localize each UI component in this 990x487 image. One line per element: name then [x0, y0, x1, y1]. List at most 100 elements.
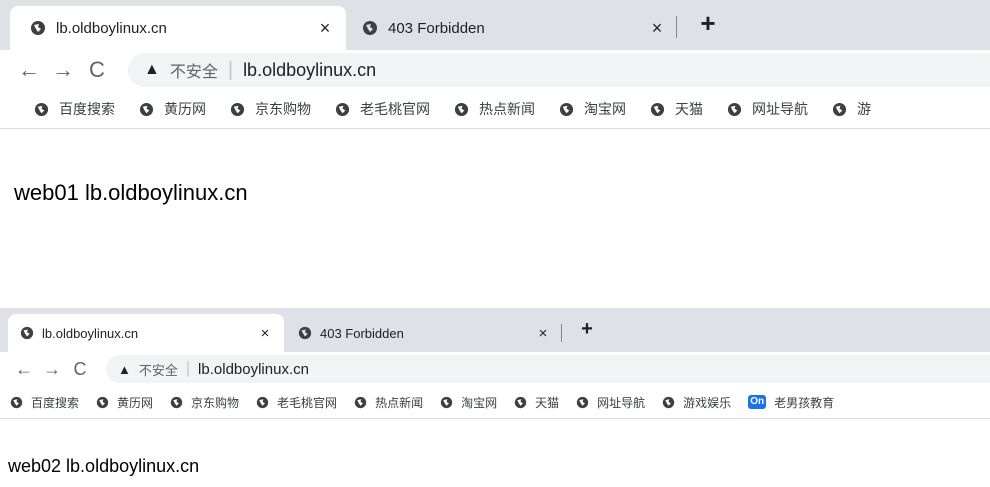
forward-button[interactable]: → — [46, 57, 80, 83]
bookmark-item[interactable]: 百度搜索 — [34, 99, 115, 119]
bookmark-item[interactable]: 百度搜索 — [10, 394, 79, 411]
globe-icon — [10, 396, 23, 409]
bookmark-label: 游戏娱乐 — [683, 395, 732, 410]
globe-icon — [576, 396, 589, 409]
tab-403-forbidden[interactable]: 403 Forbidden × — [286, 314, 562, 352]
globe-icon — [362, 20, 378, 36]
bookmark-label: 热点新闻 — [375, 395, 424, 410]
globe-icon — [559, 102, 574, 117]
new-tab-button[interactable]: + — [575, 318, 599, 341]
bookmark-label: 京东购物 — [191, 395, 240, 410]
bookmark-label: 老毛桃官网 — [360, 101, 430, 117]
warning-icon[interactable]: ▲ — [144, 61, 160, 79]
tab-lb-oldboylinux[interactable]: lb.oldboylinux.cn × — [10, 6, 346, 50]
bookmark-label: 百度搜索 — [59, 101, 115, 117]
bookmark-label: 天猫 — [675, 101, 703, 117]
globe-icon — [139, 102, 154, 117]
globe-icon — [354, 396, 367, 409]
page-content-text: web01 lb.oldboylinux.cn — [14, 180, 248, 206]
globe-icon — [662, 396, 675, 409]
bookmark-item[interactable]: 淘宝网 — [559, 99, 626, 119]
bookmark-label: 黄历网 — [117, 395, 154, 410]
tab-lb-oldboylinux[interactable]: lb.oldboylinux.cn × — [8, 314, 284, 352]
bookmark-item[interactable]: 老毛桃官网 — [335, 99, 430, 119]
warning-icon[interactable]: ▲ — [118, 362, 131, 377]
bookmark-item[interactable]: 京东购物 — [230, 99, 311, 119]
bookmark-item[interactable]: 黄历网 — [96, 394, 153, 411]
back-button[interactable]: ← — [10, 359, 38, 380]
security-label[interactable]: 不安全 — [170, 58, 218, 82]
globe-icon — [170, 396, 183, 409]
bookmark-item[interactable]: 天猫 — [650, 99, 703, 119]
globe-icon — [30, 20, 46, 36]
bookmark-label: 老男孩教育 — [774, 395, 835, 410]
bookmark-label: 黄历网 — [164, 101, 206, 117]
bookmark-item[interactable]: On 老男孩教育 — [748, 394, 834, 411]
tab-title: 403 Forbidden — [388, 19, 485, 37]
close-icon[interactable]: × — [314, 18, 336, 39]
globe-icon — [454, 102, 469, 117]
toolbar: ← → C ▲ 不安全 | lb.oldboylinux.cn — [0, 50, 990, 90]
globe-icon — [256, 396, 269, 409]
address-divider: | — [227, 58, 234, 81]
bookmark-label: 网址导航 — [597, 395, 646, 410]
new-tab-button[interactable]: + — [694, 8, 722, 39]
url-text[interactable]: lb.oldboylinux.cn — [243, 60, 376, 81]
page-content-text: web02 lb.oldboylinux.cn — [8, 456, 200, 477]
globe-icon — [832, 102, 847, 117]
bookmark-item[interactable]: 老毛桃官网 — [256, 394, 337, 411]
bookmark-label: 热点新闻 — [479, 101, 535, 117]
bookmark-item[interactable]: 热点新闻 — [354, 394, 423, 411]
bookmark-label: 天猫 — [535, 395, 560, 410]
tab-title: lb.oldboylinux.cn — [56, 19, 167, 37]
tab-title: lb.oldboylinux.cn — [42, 325, 139, 341]
browser-screenshot-top: lb.oldboylinux.cn × 403 Forbidden × + ← … — [0, 0, 990, 240]
bookmarks-bar: 百度搜索 黄历网 京东购物 老毛桃官网 热点新闻 淘宝网 天猫 网址导航 游戏娱… — [0, 386, 990, 419]
bookmark-item[interactable]: 网址导航 — [576, 394, 645, 411]
tab-title: 403 Forbidden — [320, 325, 404, 341]
globe-icon — [230, 102, 245, 117]
bookmark-item[interactable]: 天猫 — [514, 394, 559, 411]
bookmark-item[interactable]: 网址导航 — [727, 99, 808, 119]
bookmark-item[interactable]: 游戏娱乐 — [662, 394, 731, 411]
bookmark-item[interactable]: 淘宝网 — [440, 394, 497, 411]
tab-separator — [561, 324, 562, 342]
bookmark-label: 百度搜索 — [31, 395, 80, 410]
bookmark-label: 京东购物 — [255, 101, 311, 117]
globe-icon — [34, 102, 49, 117]
address-bar[interactable]: ▲ 不安全 | lb.oldboylinux.cn — [128, 53, 990, 87]
on-badge-icon: On — [748, 395, 767, 409]
back-button[interactable]: ← — [12, 57, 46, 83]
globe-icon — [650, 102, 665, 117]
globe-icon — [440, 396, 453, 409]
reload-button[interactable]: C — [66, 359, 94, 380]
bookmark-label: 游 — [857, 101, 871, 117]
browser-screenshot-bottom: lb.oldboylinux.cn × 403 Forbidden × + ← … — [0, 308, 990, 487]
toolbar: ← → C ▲ 不安全 | lb.oldboylinux.cn — [0, 352, 990, 386]
bookmark-label: 淘宝网 — [584, 101, 626, 117]
globe-icon — [96, 396, 109, 409]
bookmark-item[interactable]: 热点新闻 — [454, 99, 535, 119]
tab-separator — [676, 16, 677, 38]
address-divider: | — [185, 360, 191, 377]
bookmark-label: 老毛桃官网 — [277, 395, 338, 410]
url-text[interactable]: lb.oldboylinux.cn — [198, 361, 309, 378]
bookmark-item[interactable]: 京东购物 — [170, 394, 239, 411]
bookmark-item[interactable]: 游 — [832, 99, 871, 119]
close-icon[interactable]: × — [256, 325, 274, 342]
address-bar[interactable]: ▲ 不安全 | lb.oldboylinux.cn — [106, 355, 990, 383]
forward-button[interactable]: → — [38, 359, 66, 380]
globe-icon — [727, 102, 742, 117]
tab-strip: lb.oldboylinux.cn × 403 Forbidden × + — [0, 308, 990, 352]
bookmark-item[interactable]: 黄历网 — [139, 99, 206, 119]
globe-icon — [335, 102, 350, 117]
tab-strip: lb.oldboylinux.cn × 403 Forbidden × + — [0, 0, 990, 50]
close-icon[interactable]: × — [534, 325, 552, 342]
globe-icon — [298, 326, 312, 340]
security-label[interactable]: 不安全 — [139, 360, 178, 379]
tab-403-forbidden[interactable]: 403 Forbidden × — [348, 6, 678, 50]
bookmark-label: 淘宝网 — [461, 395, 498, 410]
bookmarks-bar: 百度搜索 黄历网 京东购物 老毛桃官网 热点新闻 淘宝网 天猫 网址导航 游 — [0, 90, 990, 129]
reload-button[interactable]: C — [80, 57, 114, 83]
close-icon[interactable]: × — [646, 18, 668, 39]
